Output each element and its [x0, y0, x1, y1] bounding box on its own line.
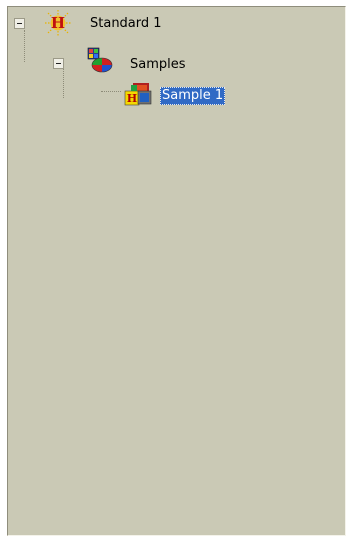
- sample-item-icon: H: [123, 79, 152, 107]
- collapse-toggle[interactable]: [14, 18, 25, 29]
- tree-connector: [101, 91, 121, 92]
- tree-node-label[interactable]: Sample 1: [160, 87, 226, 105]
- tree-node-label[interactable]: Samples: [128, 56, 188, 74]
- samples-group-icon: [84, 46, 113, 74]
- tree-node-label[interactable]: Standard 1: [88, 15, 164, 33]
- svg-text:H: H: [51, 14, 65, 32]
- tree-node-sample-1[interactable]: H Sample 1: [121, 82, 321, 108]
- tree-view[interactable]: H Standard 1 Samples H Sample 1: [7, 6, 346, 536]
- h-standard-icon: H: [44, 9, 72, 37]
- tree-node-standard-1[interactable]: H Standard 1: [12, 10, 212, 36]
- tree-node-samples[interactable]: Samples: [51, 46, 251, 75]
- collapse-toggle[interactable]: [53, 58, 64, 69]
- svg-text:H: H: [127, 92, 137, 105]
